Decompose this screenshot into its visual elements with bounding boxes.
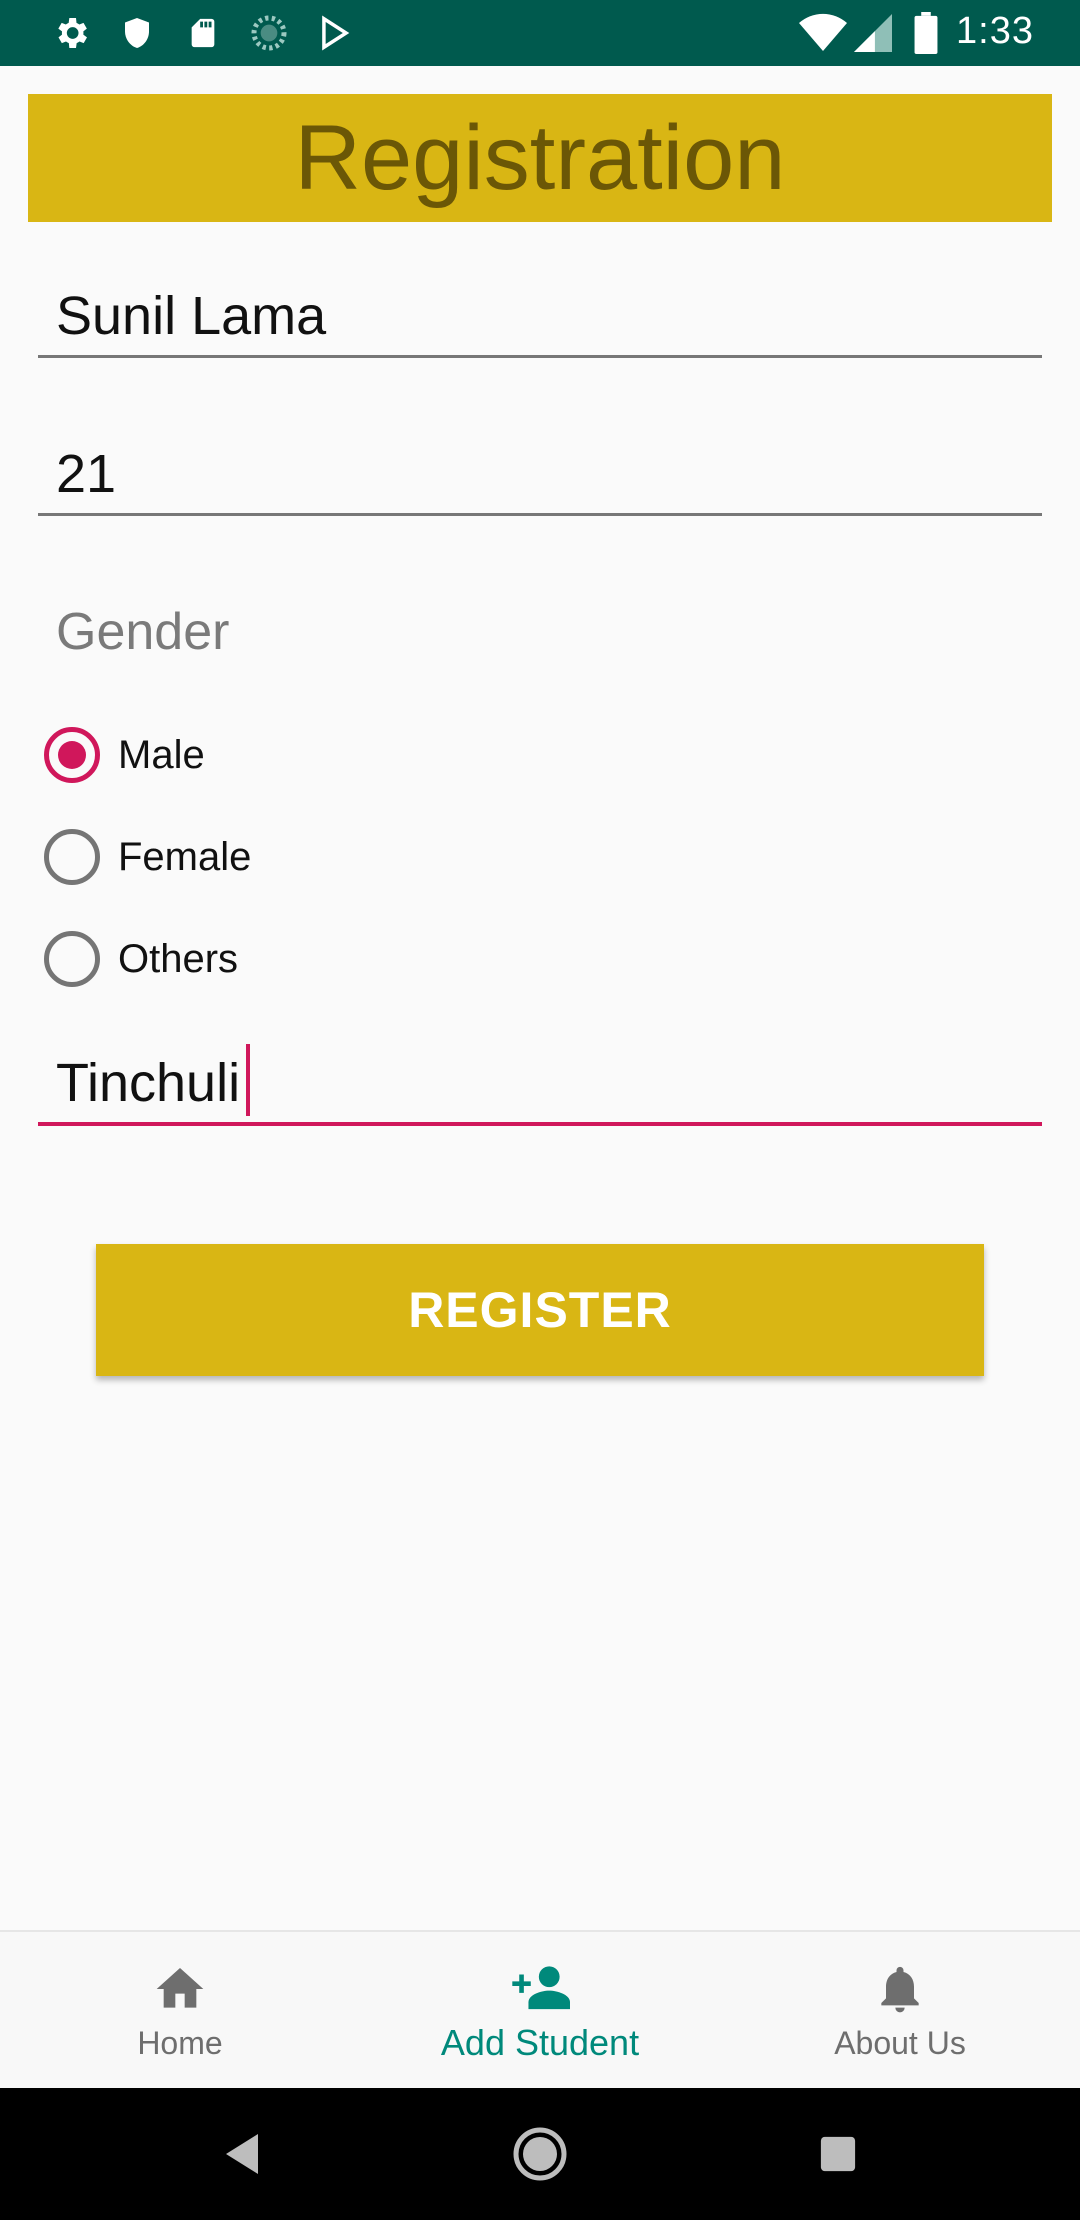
- sd-card-icon: [182, 12, 224, 54]
- text-cursor: [246, 1044, 250, 1116]
- radio-female[interactable]: Female: [44, 822, 251, 892]
- status-bar: 1:33: [0, 0, 1080, 66]
- radio-unchecked-icon[interactable]: [44, 829, 100, 885]
- home-circle-icon[interactable]: [510, 2124, 570, 2184]
- radio-label: Others: [118, 936, 239, 981]
- address-field[interactable]: [38, 1036, 1042, 1126]
- radio-male[interactable]: Male: [44, 720, 205, 790]
- age-input[interactable]: [56, 443, 1016, 505]
- add-person-icon: [510, 1956, 570, 2016]
- home-icon: [150, 1959, 210, 2019]
- signal-icon: [852, 12, 894, 54]
- radio-checked-icon[interactable]: [44, 727, 100, 783]
- name-input[interactable]: [56, 285, 1016, 347]
- bottom-navigation: Home Add Student About Us: [0, 1930, 1080, 2088]
- bell-icon: [870, 1959, 930, 2019]
- shield-icon: [116, 12, 158, 54]
- back-icon[interactable]: [212, 2124, 272, 2184]
- nav-item-home[interactable]: Home: [0, 1932, 360, 2088]
- nav-label: Home: [137, 2024, 223, 2061]
- recents-icon[interactable]: [808, 2124, 868, 2184]
- nav-item-add-student[interactable]: Add Student: [360, 1932, 720, 2088]
- age-field[interactable]: [38, 426, 1042, 516]
- gender-label: Gender: [56, 603, 230, 661]
- radio-label: Male: [118, 732, 205, 777]
- radio-unchecked-icon[interactable]: [44, 931, 100, 987]
- name-field[interactable]: [38, 268, 1042, 358]
- radio-label: Female: [118, 834, 252, 879]
- title-banner: Registration: [28, 94, 1052, 222]
- system-navigation-bar: [0, 2088, 1080, 2220]
- settings-icon: [50, 12, 92, 54]
- address-input[interactable]: [56, 1052, 1016, 1114]
- nav-label: About Us: [834, 2024, 966, 2061]
- battery-icon: [906, 12, 946, 54]
- register-button[interactable]: REGISTER: [96, 1244, 984, 1376]
- status-time: 1:33: [956, 10, 1034, 52]
- wifi-icon: [796, 12, 850, 54]
- nav-item-about-us[interactable]: About Us: [720, 1932, 1080, 2088]
- sync-icon: [248, 12, 290, 54]
- nav-label: Add Student: [440, 2022, 640, 2063]
- radio-others[interactable]: Others: [44, 924, 238, 994]
- play-store-icon: [314, 12, 356, 54]
- page-title: Registration: [294, 106, 786, 209]
